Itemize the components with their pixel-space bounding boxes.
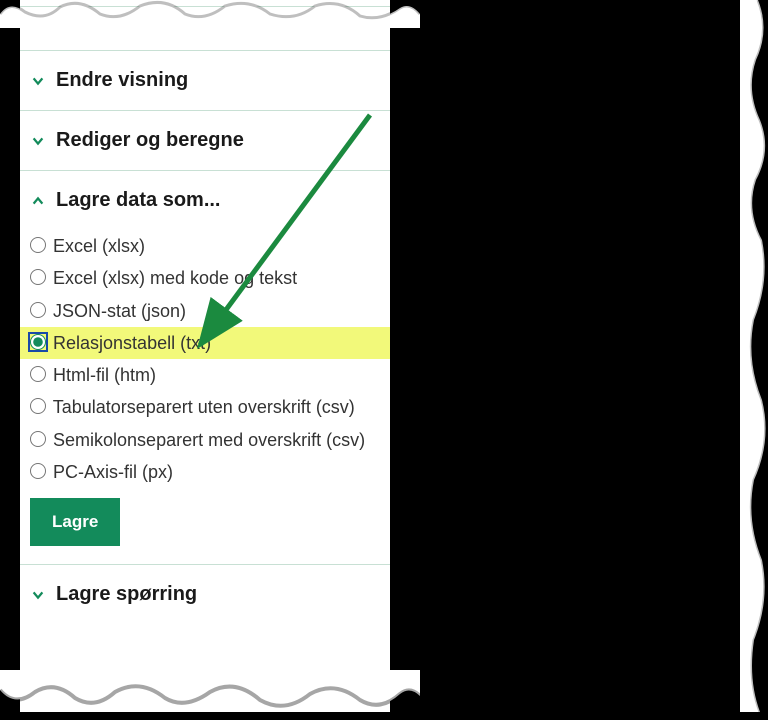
- section-title: [30, 17, 36, 40]
- format-label: Excel (xlsx): [53, 236, 145, 256]
- section-header-endre-visning[interactable]: Endre visning: [20, 51, 390, 110]
- torn-edge-right: [740, 0, 768, 712]
- format-option[interactable]: Html-fil (htm): [30, 359, 380, 391]
- format-label: PC-Axis-fil (px): [53, 462, 173, 482]
- format-option[interactable]: Semikolonseparert med overskrift (csv): [30, 424, 380, 456]
- chevron-down-icon: [30, 73, 46, 89]
- format-label: JSON-stat (json): [53, 301, 186, 321]
- section-lagre-sporring: Lagre spørring: [20, 565, 390, 624]
- chevron-up-icon: [30, 193, 46, 209]
- format-radio[interactable]: [30, 334, 46, 350]
- format-option[interactable]: JSON-stat (json): [30, 295, 380, 327]
- format-option-selected[interactable]: Relasjonstabell (txt): [20, 327, 390, 359]
- options-panel: Endre visning Rediger og beregne Lagre d…: [20, 0, 390, 712]
- format-radio[interactable]: [30, 302, 46, 318]
- section-header-rediger[interactable]: Rediger og beregne: [20, 111, 390, 170]
- format-label: Html-fil (htm): [53, 365, 156, 385]
- format-radio[interactable]: [30, 431, 46, 447]
- section-header-lagre-sporring[interactable]: Lagre spørring: [20, 565, 390, 624]
- format-radio[interactable]: [30, 269, 46, 285]
- format-label: Tabulatorseparert uten overskrift (csv): [53, 397, 355, 417]
- section-title: Endre visning: [56, 69, 188, 92]
- chevron-down-icon: [30, 133, 46, 149]
- format-radio[interactable]: [30, 398, 46, 414]
- section-lagre-data: Lagre data som... Excel (xlsx) Excel (xl…: [20, 171, 390, 565]
- section-endre-visning: Endre visning: [20, 51, 390, 111]
- format-option[interactable]: Tabulatorseparert uten overskrift (csv): [30, 391, 380, 423]
- format-option[interactable]: PC-Axis-fil (px): [30, 456, 380, 488]
- format-options: Excel (xlsx) Excel (xlsx) med kode og te…: [20, 230, 390, 564]
- section-title: Lagre spørring: [56, 583, 197, 606]
- format-option[interactable]: Excel (xlsx) med kode og tekst: [30, 262, 380, 294]
- format-radio[interactable]: [30, 463, 46, 479]
- format-label: Semikolonseparert med overskrift (csv): [53, 430, 365, 450]
- format-radio[interactable]: [30, 366, 46, 382]
- section-rediger: Rediger og beregne: [20, 111, 390, 171]
- section-header-partial[interactable]: [20, 7, 390, 50]
- save-button[interactable]: Lagre: [30, 498, 120, 546]
- format-label: Relasjonstabell (txt): [53, 333, 211, 353]
- format-option[interactable]: Excel (xlsx): [30, 230, 380, 262]
- section-header-lagre-data[interactable]: Lagre data som...: [20, 171, 390, 230]
- format-label: Excel (xlsx) med kode og tekst: [53, 268, 297, 288]
- format-radio[interactable]: [30, 237, 46, 253]
- section-title: Lagre data som...: [56, 189, 221, 212]
- section-partial-top: [20, 6, 390, 51]
- section-title: Rediger og beregne: [56, 129, 244, 152]
- chevron-down-icon: [30, 587, 46, 603]
